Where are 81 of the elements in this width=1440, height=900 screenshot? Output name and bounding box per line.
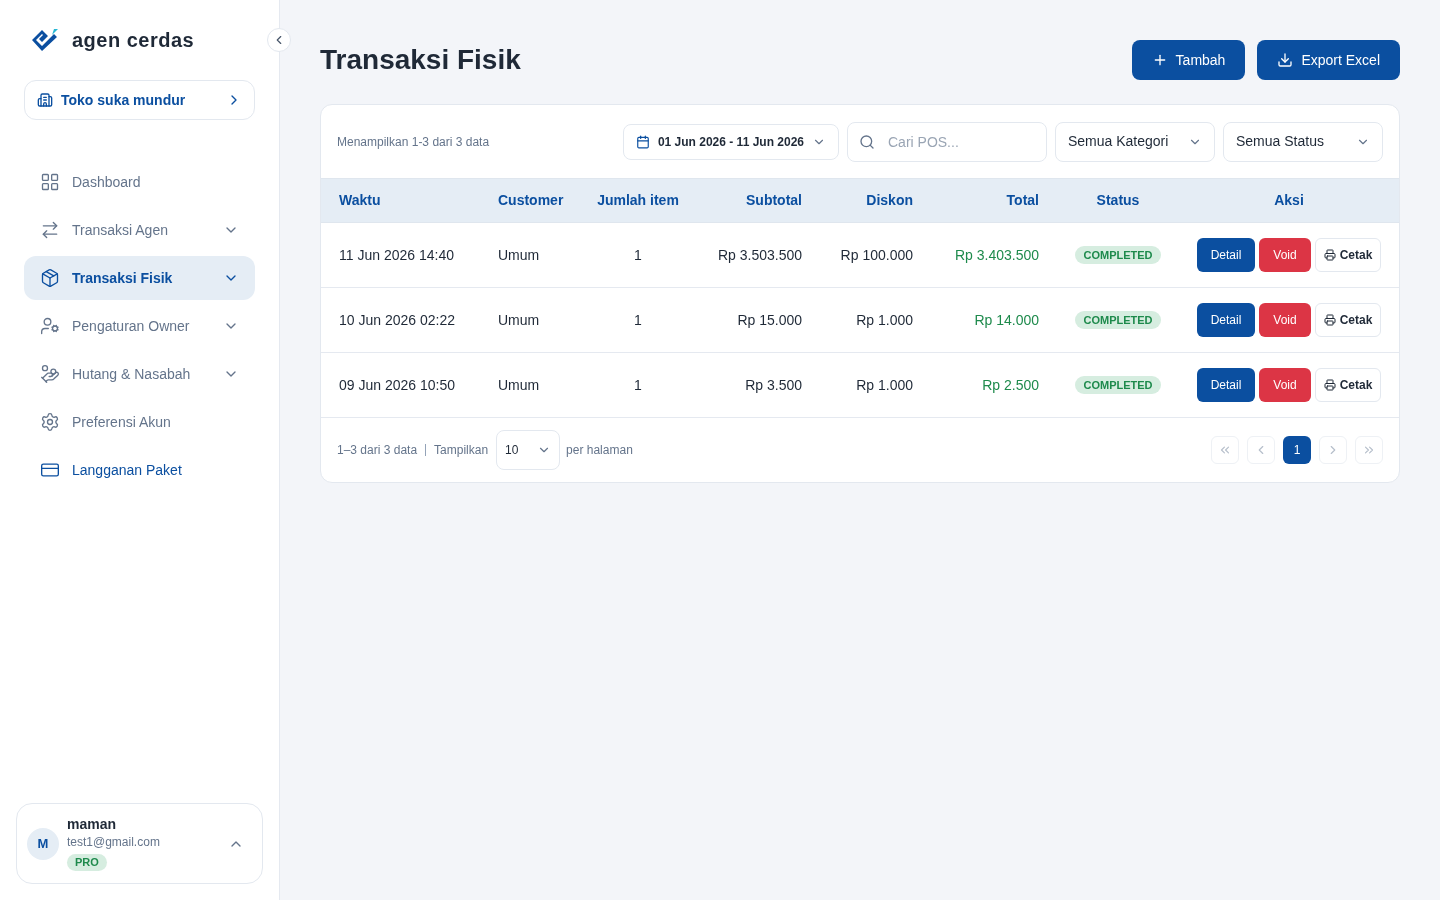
table-cell-text: 1 [633, 375, 643, 395]
print-button[interactable]: Cetak [1314, 368, 1382, 402]
table-cell-text: Rp 100.000 [839, 245, 913, 265]
print-button[interactable]: Cetak [1314, 303, 1382, 337]
void-button[interactable]: Void [1259, 368, 1311, 402]
sidebar-item[interactable]: Transaksi Fisik [24, 256, 255, 300]
sidebar-item[interactable]: Dashboard [24, 160, 255, 204]
table-cell-text: 10 Jun 2026 02:22 [339, 310, 456, 330]
column-header: Waktu [339, 191, 382, 210]
show-label: Tampilkan [434, 442, 489, 459]
column-header: Total [1005, 191, 1039, 210]
double-chevron-right-icon [1362, 443, 1376, 457]
building-icon [37, 92, 53, 108]
sidebar-item[interactable]: Langganan Paket [24, 448, 255, 492]
search-field[interactable]: Cari POS... [847, 121, 1047, 162]
print-button[interactable]: Cetak [1314, 238, 1382, 272]
table-cell-text: Rp 15.000 [736, 310, 802, 330]
column-header: Subtotal [745, 191, 802, 210]
filter-dropdown[interactable]: Semua Status [1223, 121, 1383, 162]
filter-dropdown[interactable]: Semua Kategori [1055, 121, 1215, 162]
sidebar-item[interactable]: Hutang & Nasabah [24, 352, 255, 396]
table-cell-text: Umum [498, 310, 541, 330]
store-selector[interactable]: Toko suka mundur [24, 80, 255, 120]
user-gear-icon [40, 316, 60, 336]
printer-icon [1323, 314, 1336, 326]
page-number[interactable]: 1 [1283, 436, 1311, 464]
table-cell-text: 1 [633, 245, 643, 265]
collapse-button[interactable] [267, 28, 291, 52]
table-cell-text: Umum [498, 375, 541, 395]
column-header: Jumlah item [596, 191, 680, 210]
per-page-label: per halaman [566, 442, 634, 459]
total-amount: Rp 3.403.500 [953, 245, 1039, 265]
status-badge: COMPLETED [1075, 376, 1161, 394]
calendar-icon [635, 134, 650, 149]
void-button[interactable]: Void [1259, 238, 1311, 272]
column-header: Customer [498, 191, 565, 210]
sidebar-item[interactable]: Preferensi Akun [24, 400, 255, 444]
column-header: Status [1095, 191, 1141, 210]
plan-badge: PRO [67, 854, 107, 871]
status-badge: COMPLETED [1075, 246, 1161, 264]
box-icon [40, 268, 60, 288]
sidebar-item[interactable]: Pengaturan Owner [24, 304, 255, 348]
search-icon [859, 133, 875, 150]
printer-icon [1323, 379, 1336, 391]
sidebar-item[interactable]: Transaksi Agen [24, 208, 255, 252]
avatar: M [27, 827, 59, 860]
page-title: Transaksi Fisik [320, 43, 522, 77]
table-cell-text: Rp 3.500 [744, 375, 802, 395]
table-cell-text: Rp 3.503.500 [716, 245, 802, 265]
download-icon [1277, 52, 1294, 68]
user-email: test1@gmail.com [67, 834, 160, 851]
user-card[interactable]: M maman test1@gmail.com PRO [16, 803, 263, 884]
swap-arrows-icon [40, 220, 60, 240]
column-header: Aksi [1273, 191, 1305, 210]
add-button[interactable]: Tambah [1131, 40, 1246, 80]
page-size-select[interactable]: 10 [496, 430, 561, 470]
table-cell-text: Rp 1.000 [855, 375, 913, 395]
column-header: Diskon [865, 191, 913, 210]
date-range-picker[interactable]: 01 Jun 2026 - 11 Jun 2026 [622, 123, 839, 160]
user-name: maman [67, 816, 117, 832]
table-cell-text: 09 Jun 2026 10:50 [339, 375, 456, 395]
detail-button[interactable]: Detail [1196, 238, 1256, 272]
settings-icon [40, 412, 60, 432]
detail-button[interactable]: Detail [1196, 303, 1256, 337]
printer-icon [1323, 249, 1336, 261]
void-button[interactable]: Void [1259, 303, 1311, 337]
coins-icon [40, 364, 60, 384]
detail-button[interactable]: Detail [1196, 368, 1256, 402]
table-cell-text: 11 Jun 2026 14:40 [339, 245, 455, 265]
double-chevron-left-icon [1218, 443, 1232, 457]
result-summary: Menampilkan 1-3 dari 3 data [337, 133, 491, 151]
total-amount: Rp 14.000 [973, 310, 1039, 330]
export-button[interactable]: Export Excel [1257, 40, 1400, 80]
table-cell-text: Rp 1.000 [855, 310, 913, 330]
status-badge: COMPLETED [1075, 311, 1161, 329]
brand-name: agen cerdas [72, 28, 195, 53]
range-text: 1–3 dari 3 data [337, 442, 418, 459]
table-cell-text: 1 [633, 310, 643, 330]
total-amount: Rp 2.500 [981, 375, 1039, 395]
table-cell-text: Umum [498, 245, 541, 265]
dashboard-icon [40, 172, 60, 192]
